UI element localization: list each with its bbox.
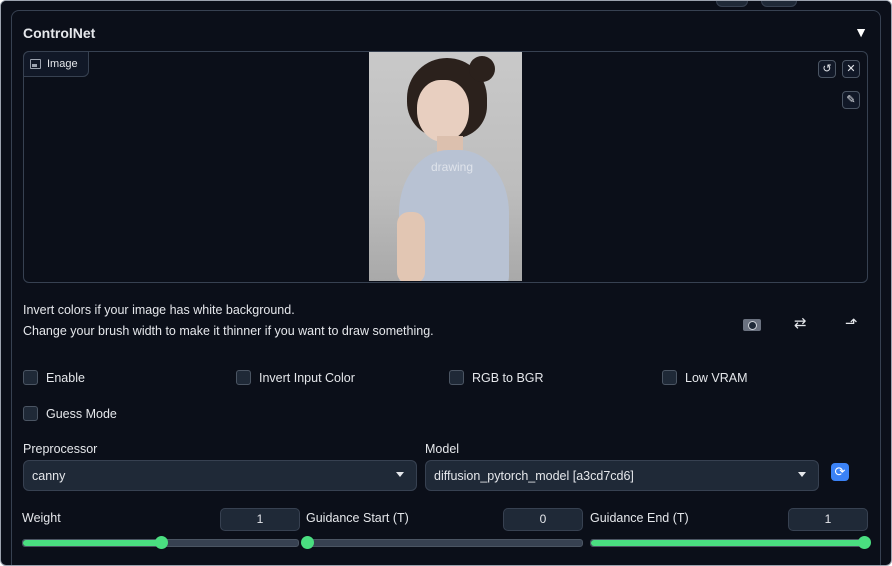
guidance-end-label: Guidance End (T)	[590, 511, 689, 525]
preprocessor-label: Preprocessor	[23, 442, 98, 456]
photo-arm	[397, 212, 425, 281]
checkbox-label: Low VRAM	[685, 370, 748, 385]
photo-face	[417, 80, 469, 142]
image-label-text: Image	[47, 58, 78, 70]
enable-checkbox[interactable]: Enable	[23, 370, 85, 385]
chevron-down-icon	[798, 472, 806, 477]
panel-title: ControlNet	[23, 25, 96, 41]
rgb-to-bgr-checkbox[interactable]: RGB to BGR	[449, 370, 544, 385]
guidance-end-input[interactable]: 1	[788, 508, 868, 531]
top-strip	[1, 1, 891, 9]
model-label: Model	[425, 442, 460, 456]
slider-thumb[interactable]	[154, 536, 168, 549]
collapse-icon[interactable]: ▼	[854, 24, 868, 40]
guidance-end-slider[interactable]	[590, 536, 871, 549]
weight-slider[interactable]	[22, 536, 299, 549]
chevron-down-icon	[396, 472, 404, 477]
invert-input-color-checkbox[interactable]: Invert Input Color	[236, 370, 355, 385]
checkbox-box[interactable]	[662, 370, 677, 385]
model-dropdown[interactable]: diffusion_pytorch_model [a3cd7cd6]	[425, 460, 819, 491]
photo-bun	[469, 56, 495, 82]
slider-thumb[interactable]	[301, 536, 314, 549]
guidance-start-input[interactable]: 0	[503, 508, 583, 531]
guidance-start-label: Guidance Start (T)	[306, 511, 409, 525]
checkbox-label: Enable	[46, 370, 85, 385]
image-canvas[interactable]: Image drawing ↺ ✕ ✎	[23, 51, 868, 283]
brush-icon[interactable]: ✎	[842, 91, 860, 109]
slider-thumb[interactable]	[858, 536, 871, 549]
top-pill	[716, 1, 748, 7]
slider-fill	[591, 540, 864, 546]
guidance-start-slider[interactable]	[301, 536, 583, 549]
hint-brush: Change your brush width to make it thinn…	[23, 324, 434, 338]
weight-input[interactable]: 1	[220, 508, 300, 531]
top-pill	[761, 1, 797, 7]
checkbox-box[interactable]	[23, 406, 38, 421]
swap-icon[interactable]: ⇄	[794, 314, 807, 332]
checkbox-box[interactable]	[449, 370, 464, 385]
image-label: Image	[23, 51, 89, 77]
preprocessor-value: canny	[32, 468, 66, 483]
camera-icon[interactable]	[743, 319, 761, 331]
hint-invert: Invert colors if your image has white ba…	[23, 303, 295, 317]
preprocessor-dropdown[interactable]: canny	[23, 460, 417, 491]
weight-label: Weight	[22, 511, 61, 525]
checkbox-box[interactable]	[236, 370, 251, 385]
model-value: diffusion_pytorch_model [a3cd7cd6]	[434, 468, 634, 483]
slider-fill	[23, 540, 161, 546]
low-vram-checkbox[interactable]: Low VRAM	[662, 370, 748, 385]
checkbox-label: Invert Input Color	[259, 370, 355, 385]
undo-icon[interactable]: ↺	[818, 60, 836, 78]
checkbox-box[interactable]	[23, 370, 38, 385]
photo-watermark: drawing	[431, 160, 474, 174]
checkbox-label: Guess Mode	[46, 406, 117, 421]
refresh-models-icon[interactable]: ⟳	[831, 463, 849, 481]
uploaded-photo: drawing	[369, 52, 522, 281]
guess-mode-checkbox[interactable]: Guess Mode	[23, 406, 117, 421]
controlnet-panel: ControlNet ▼ Image drawing ↺ ✕ ✎ Invert …	[11, 10, 881, 565]
close-icon[interactable]: ✕	[842, 60, 860, 78]
window-frame: ControlNet ▼ Image drawing ↺ ✕ ✎ Invert …	[0, 0, 892, 566]
image-icon	[30, 59, 41, 69]
checkbox-label: RGB to BGR	[472, 370, 544, 385]
upload-icon[interactable]: ⬏	[845, 314, 858, 332]
